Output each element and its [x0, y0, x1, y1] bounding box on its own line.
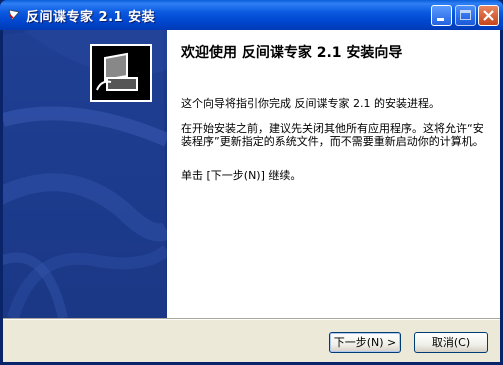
intro-text: 这个向导将指引你完成 反间谍专家 2.1 的安装进程。: [181, 97, 440, 110]
continue-instruction: 单击 [下一步(N)] 继续。: [181, 169, 302, 182]
installer-icon: [8, 9, 20, 21]
window-title: 反间谍专家 2.1 安装: [26, 10, 156, 25]
close-button[interactable]: [478, 5, 499, 26]
minimize-button[interactable]: [431, 5, 452, 26]
welcome-panel: 欢迎使用 反间谍专家 2.1 安装向导 这个向导将指引你完成 反间谍专家 2.1…: [167, 30, 500, 318]
close-apps-text: 在开始安装之前，建议先关闭其他所有应用程序。这将允许“安装程序”更新指定的系统文…: [181, 122, 484, 148]
maximize-icon: [460, 10, 471, 20]
separator: [3, 318, 500, 320]
installer-window: 反间谍专家 2.1 安装 欢迎使用 反间谍专家 2.1 安装向导 这个向导将指引…: [0, 0, 503, 365]
sidebar-artwork: [3, 30, 167, 318]
dialog-body: 欢迎使用 反间谍专家 2.1 安装向导 这个向导将指引你完成 反间谍专家 2.1…: [3, 30, 500, 362]
title-bar[interactable]: 反间谍专家 2.1 安装: [0, 0, 503, 30]
next-button[interactable]: 下一步(N) >: [329, 332, 401, 353]
wizard-sidebar-graphic: [3, 30, 167, 318]
close-icon: [483, 10, 494, 21]
maximize-button[interactable]: [455, 5, 476, 26]
minimize-icon: [437, 18, 444, 21]
cancel-button[interactable]: 取消(C): [414, 332, 488, 353]
welcome-heading: 欢迎使用 反间谍专家 2.1 安装向导: [181, 45, 403, 61]
